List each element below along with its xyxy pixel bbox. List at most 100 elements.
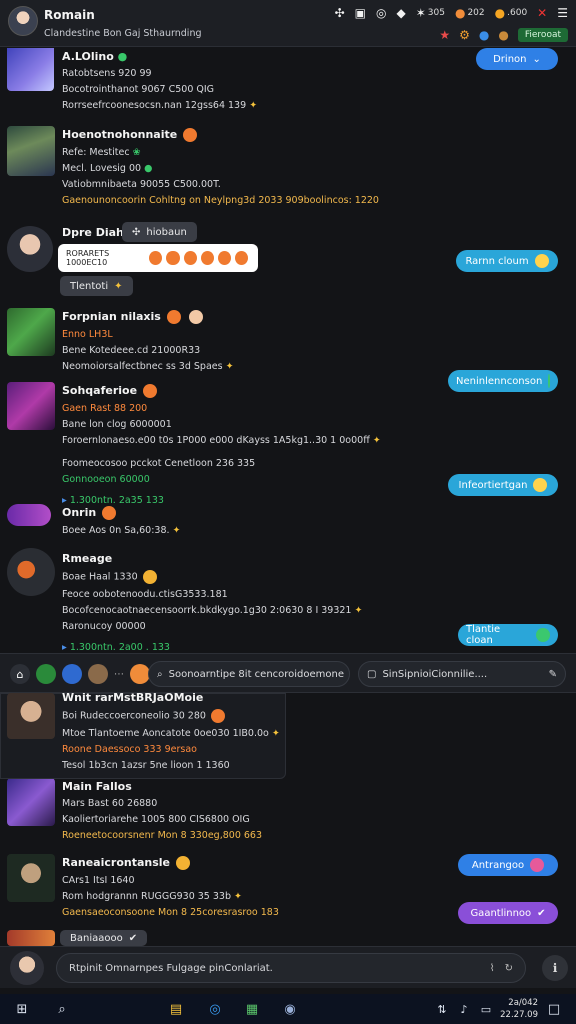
- message-line: Mecl. Lovesig 00 ●: [62, 163, 153, 174]
- globe-icon[interactable]: ●: [479, 28, 489, 42]
- reaction-chip[interactable]: ✣ hiobaun: [122, 222, 197, 242]
- edit-icon[interactable]: ✎: [549, 669, 557, 680]
- close-icon[interactable]: ✕: [537, 6, 547, 20]
- search-icon: ⌕: [157, 668, 163, 680]
- chat-icon[interactable]: ◎: [376, 6, 386, 20]
- gif-icon[interactable]: ⌇: [490, 963, 495, 974]
- message-line: Boae Haal 1330: [62, 570, 362, 584]
- emoji-icon: [200, 251, 214, 265]
- sender-name: Onrin: [62, 506, 181, 520]
- tag-chip[interactable]: Baniaaooo ✔: [60, 930, 148, 946]
- palette-icon[interactable]: ●: [498, 28, 508, 42]
- menu-icon[interactable]: ☰: [557, 6, 568, 20]
- emoji-icon: [166, 251, 180, 265]
- search-input[interactable]: ⌕ Soonoarntipe 8it cencoroidoemone: [148, 661, 350, 687]
- game-thumbnail[interactable]: [7, 308, 55, 356]
- action-button[interactable]: Infeortiertgan: [448, 474, 558, 496]
- app-header: Romain Clandestine Bon Gaj Sthaurnding ✣…: [0, 0, 576, 47]
- check-icon: ✔: [128, 932, 138, 944]
- folder-icon[interactable]: ▤: [166, 999, 186, 1019]
- header-status-row: ★ ⚙ ● ● Fierooat: [439, 28, 568, 42]
- message-line: Bene Kotedeee.cd 21000R33: [62, 345, 201, 356]
- chat-app-icon[interactable]: ◉: [280, 999, 300, 1019]
- message-line: Mars Bast 60 26880: [62, 798, 158, 809]
- game-thumbnail[interactable]: [7, 126, 55, 176]
- game-thumbnail[interactable]: [7, 854, 55, 902]
- message-line: Bocotrointhanot 9067 C500 QIG: [62, 84, 215, 95]
- emoji-icon: [166, 310, 181, 324]
- action-button[interactable]: Rarnn cloum: [456, 250, 558, 272]
- message-line: Enno LH3L: [62, 329, 113, 340]
- game-thumbnail[interactable]: [7, 504, 51, 526]
- action-button[interactable]: Gaantlinnoo ✔: [458, 902, 558, 924]
- search-icon[interactable]: ⌕: [52, 999, 72, 1019]
- pin-icon: ✣: [132, 226, 141, 238]
- notification-icon[interactable]: □: [544, 999, 564, 1019]
- send-button[interactable]: ℹ: [542, 955, 568, 981]
- user-avatar[interactable]: [8, 6, 38, 36]
- chat-icon: ▢: [367, 668, 377, 680]
- smile-icon: [533, 478, 548, 492]
- sender-name: Hoenotnohonnaite: [62, 128, 379, 142]
- game-thumbnail[interactable]: [7, 930, 55, 946]
- message-line: Vatiobmnibaeta 90055 C500.00T.: [62, 179, 221, 190]
- app-icon[interactable]: ▦: [242, 999, 262, 1019]
- emoji-icon: [217, 251, 231, 265]
- game-thumbnail[interactable]: [7, 382, 55, 430]
- game-thumbnail[interactable]: [7, 778, 55, 826]
- message-line: Rorrseefrcoonesocsn.nan 12gss64 139 ✦: [62, 100, 258, 111]
- avatar[interactable]: [88, 664, 108, 684]
- square-icon[interactable]: ▣: [355, 6, 366, 20]
- action-button[interactable]: Antrangoo: [458, 854, 558, 876]
- refresh-icon[interactable]: ↻: [505, 963, 513, 974]
- sender-name: Rmeage: [62, 552, 113, 565]
- tag-chip[interactable]: Tlentoti ✦: [60, 276, 133, 296]
- search-toolbar: ⌂ ⋯ ⌕ Soonoarntipe 8it cencoroidoemone ▢ S…: [0, 653, 576, 693]
- game-thumbnail[interactable]: [7, 548, 55, 596]
- browser-icon[interactable]: ◎: [205, 999, 225, 1019]
- message-feed[interactable]: A.LOlino ● Ratobtsens 920 99 Bocotrointh…: [0, 48, 576, 946]
- reaction-bubble[interactable]: RORARETS 1000EC10: [58, 244, 258, 272]
- message-line: CArs1 ItsI 1640: [62, 875, 135, 886]
- settings-icon[interactable]: ⚙: [459, 28, 470, 42]
- message-line: Gaen Rast 88 200: [62, 403, 148, 414]
- secondary-search-input[interactable]: ▢ SinSipnioiCionnilie.... ✎: [358, 661, 566, 687]
- stat-value: 305: [427, 8, 445, 18]
- battery-icon[interactable]: ▭: [476, 999, 496, 1019]
- message-line: Mtoe Tlantoeme Aoncatote 0oe030 1IB0.0o …: [62, 728, 280, 739]
- coin-icon: ● 202: [454, 6, 485, 20]
- pin-icon[interactable]: ✣: [335, 6, 345, 20]
- user-avatar[interactable]: [7, 226, 53, 272]
- user-avatar[interactable]: [10, 951, 44, 985]
- star-icon[interactable]: ★: [439, 28, 450, 42]
- message-line: Rom hodgrannn RUGGG930 35 33b ✦: [62, 891, 242, 902]
- quick-actions: ⌂ ⋯: [10, 664, 150, 684]
- message-line: Roeneetocoorsnenr Mon 8 330eg,800 663: [62, 830, 263, 841]
- shield-icon[interactable]: ◆: [396, 6, 405, 20]
- bubble-text: RORARETS 1000EC10: [66, 249, 110, 267]
- game-icon[interactable]: [36, 664, 56, 684]
- action-button[interactable]: Drinon ⌄: [476, 48, 558, 70]
- home-icon[interactable]: ⌂: [10, 664, 30, 684]
- action-button[interactable]: Tlantie cloan: [458, 624, 558, 646]
- clock[interactable]: 2a/042 22.27.09: [500, 997, 538, 1021]
- message-input[interactable]: Rtpinit Omnarnpes Fulgage pinConlariat. …: [56, 953, 526, 983]
- status-badge[interactable]: Fierooat: [517, 28, 568, 42]
- start-icon[interactable]: ⊞: [12, 999, 32, 1019]
- network-icon[interactable]: ⇅: [432, 999, 452, 1019]
- sender-name: Dpre Diahe: [62, 226, 132, 239]
- message-line: Raronucoy 00000: [62, 621, 146, 632]
- more-icon[interactable]: ⋯: [114, 669, 124, 680]
- fire-icon: ✶ 305: [415, 6, 445, 20]
- emoji-icon: [102, 506, 117, 520]
- action-button[interactable]: Neninlennconson: [448, 370, 558, 392]
- globe-icon[interactable]: [62, 664, 82, 684]
- user-avatar[interactable]: [7, 693, 55, 739]
- volume-icon[interactable]: ♪: [454, 999, 474, 1019]
- app-title: Romain: [44, 8, 95, 22]
- message-line: Gaensaeoconsoone Mon 8 25coresrasroo 183: [62, 907, 279, 918]
- game-thumbnail[interactable]: [7, 48, 54, 91]
- clock-date: 22.27.09: [500, 1010, 538, 1020]
- info-icon: ℹ: [552, 961, 558, 975]
- coin-icon[interactable]: [130, 664, 150, 684]
